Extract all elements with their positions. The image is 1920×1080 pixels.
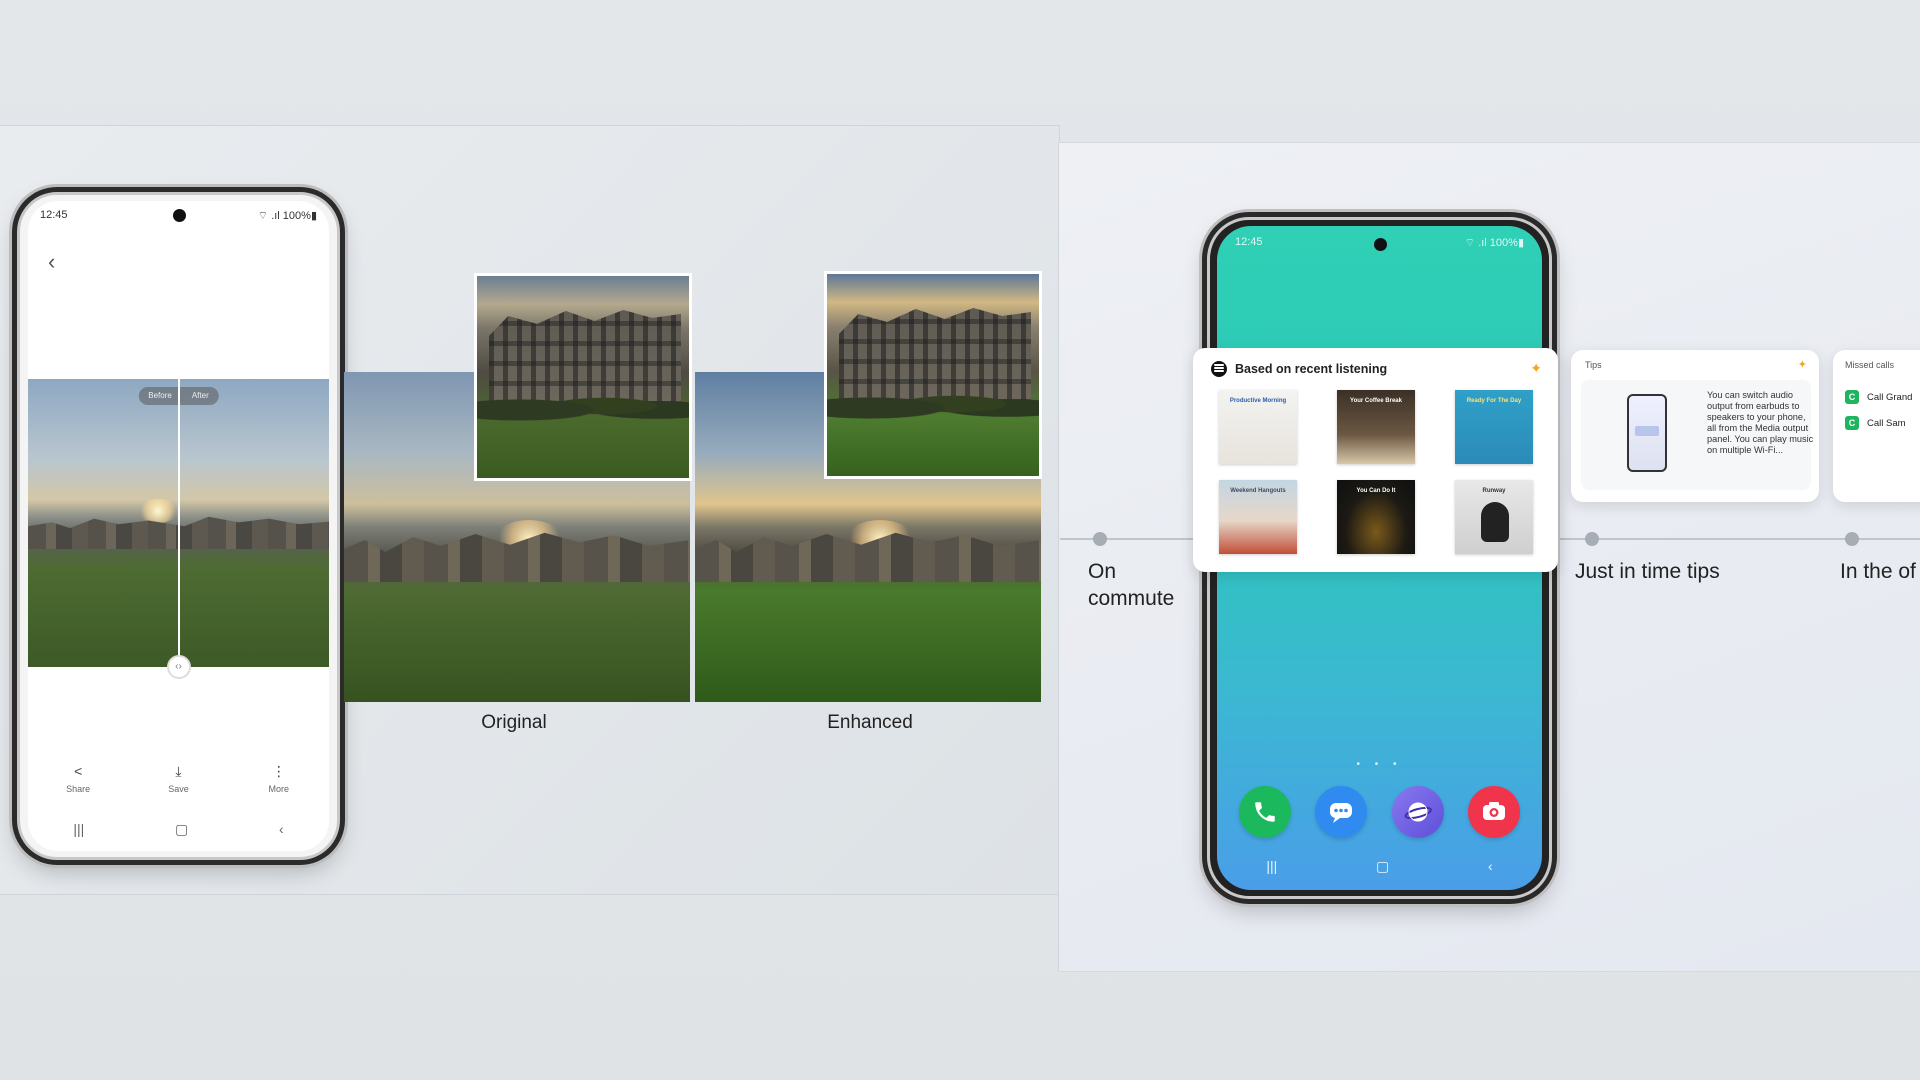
- home-front-camera: [1373, 238, 1387, 251]
- missed-call-name: Call Grand: [1867, 391, 1913, 403]
- listening-card-header: Based on recent listening ✦: [1211, 360, 1542, 378]
- recent-apps-icon[interactable]: |||: [73, 821, 84, 837]
- timeline-node-tips: [1585, 532, 1599, 546]
- internet-app-icon[interactable]: [1391, 786, 1444, 838]
- tips-content: You can switch audio output from earbuds…: [1581, 380, 1813, 490]
- gallery-phone-screen: 12:45 ⌔ .ıl 100%▮ ‹ Before After ‹› < Sh…: [28, 201, 329, 851]
- phone-illustration-icon: [1627, 394, 1667, 472]
- compare-slider-handle-icon[interactable]: ‹›: [166, 655, 191, 679]
- tips-sparkle-icon: ✦: [1797, 359, 1807, 371]
- album-grid: Productive Morning Your Coffee Break Rea…: [1219, 390, 1533, 554]
- sparkle-icon: ✦: [1530, 360, 1542, 376]
- front-camera: [172, 209, 186, 222]
- listening-card-title: Based on recent listening: [1235, 362, 1388, 376]
- album-weekend-hangouts[interactable]: Weekend Hangouts: [1219, 480, 1297, 554]
- album-ready-for-the-day[interactable]: Ready For The Day: [1455, 390, 1533, 464]
- recent-listening-card[interactable]: Based on recent listening ✦ Productive M…: [1193, 348, 1558, 572]
- gallery-action-bar: < Share ⤓ Save ⋮ More: [28, 763, 329, 799]
- missed-calls-header: Missed calls: [1845, 360, 1895, 370]
- missed-call-name: Call Sam: [1867, 417, 1906, 429]
- original-zoom-crop: [474, 273, 692, 481]
- sun: [138, 499, 178, 523]
- call-icon: C: [1845, 416, 1859, 430]
- home-back-icon[interactable]: ‹: [1488, 858, 1493, 874]
- compare-divider[interactable]: [177, 379, 180, 667]
- share-icon: <: [74, 763, 83, 779]
- timeline-label-commute: On commute: [1088, 560, 1175, 610]
- home-nav-bar: ||| ▢ ‹: [1217, 856, 1542, 876]
- home-home-icon[interactable]: ▢: [1376, 858, 1389, 875]
- back-icon[interactable]: ‹: [279, 821, 284, 837]
- timeline-label-third: In the of: [1840, 560, 1916, 583]
- page-indicator: • • •: [1356, 759, 1403, 770]
- share-label: Share: [66, 784, 91, 794]
- tips-text: You can switch audio output from earbuds…: [1707, 390, 1814, 455]
- album-title: Weekend Hangouts: [1230, 488, 1286, 494]
- status-icons: ⌔ .ıl 100%▮: [257, 210, 317, 222]
- share-button[interactable]: < Share: [48, 763, 108, 799]
- album-title: Productive Morning: [1229, 398, 1287, 404]
- enhanced-crop-trees: [827, 384, 1039, 424]
- missed-call-row[interactable]: C Call Grand: [1845, 390, 1912, 404]
- more-button[interactable]: ⋮ More: [249, 763, 309, 799]
- tips-card[interactable]: Tips ✦ You can switch audio output from …: [1571, 350, 1819, 502]
- home-status-icons: ⌔ .ıl 100%▮: [1464, 237, 1524, 249]
- messages-app-icon[interactable]: [1315, 786, 1368, 838]
- album-title: Your Coffee Break: [1350, 398, 1402, 404]
- album-runway[interactable]: Runway: [1455, 480, 1533, 554]
- album-coffee-break[interactable]: Your Coffee Break: [1337, 390, 1415, 464]
- before-label[interactable]: Before: [138, 387, 182, 405]
- timeline-label-tips: Just in time tips: [1575, 560, 1720, 583]
- tips-card-header: Tips: [1585, 360, 1602, 370]
- gallery-phone: 12:45 ⌔ .ıl 100%▮ ‹ Before After ‹› < Sh…: [17, 192, 340, 860]
- camera-app-icon[interactable]: [1467, 786, 1520, 838]
- home-icon[interactable]: ▢: [175, 821, 188, 838]
- more-vertical-icon: ⋮: [271, 763, 286, 779]
- save-label: Save: [168, 784, 189, 794]
- missed-calls-card[interactable]: Missed calls C Call Grand C Call Sam: [1833, 350, 1920, 502]
- original-crop-trees: [477, 386, 689, 426]
- enhanced-zoom-crop: [824, 271, 1042, 479]
- album-you-can-do-it[interactable]: You Can Do It: [1337, 480, 1415, 554]
- album-title: Ready For The Day: [1466, 398, 1522, 404]
- after-label[interactable]: After: [182, 387, 219, 405]
- original-label: Original: [481, 712, 547, 733]
- missed-call-row[interactable]: C Call Sam: [1845, 416, 1906, 430]
- phone-app-icon[interactable]: [1239, 786, 1291, 838]
- album-title: You Can Do It: [1356, 488, 1396, 494]
- spotify-icon: [1211, 361, 1227, 377]
- timeline-node-third: [1845, 532, 1859, 546]
- home-recent-apps-icon[interactable]: |||: [1266, 858, 1277, 874]
- album-art-figure: [1481, 502, 1509, 542]
- before-after-photo[interactable]: Before After ‹›: [28, 379, 329, 679]
- home-status-time: 12:45: [1235, 236, 1263, 248]
- album-productive-morning[interactable]: Productive Morning: [1219, 390, 1297, 464]
- app-dock: [1239, 786, 1520, 840]
- call-icon: C: [1845, 390, 1859, 404]
- download-icon: ⤓: [175, 763, 182, 779]
- back-chevron-icon[interactable]: ‹: [48, 249, 55, 275]
- enhanced-label: Enhanced: [827, 712, 913, 733]
- save-button[interactable]: ⤓ Save: [148, 763, 208, 799]
- more-label: More: [268, 784, 290, 794]
- status-time: 12:45: [40, 209, 68, 221]
- album-title: Runway: [1482, 488, 1506, 494]
- timeline-node-commute: [1093, 532, 1107, 546]
- nav-bar: ||| ▢ ‹: [28, 819, 329, 839]
